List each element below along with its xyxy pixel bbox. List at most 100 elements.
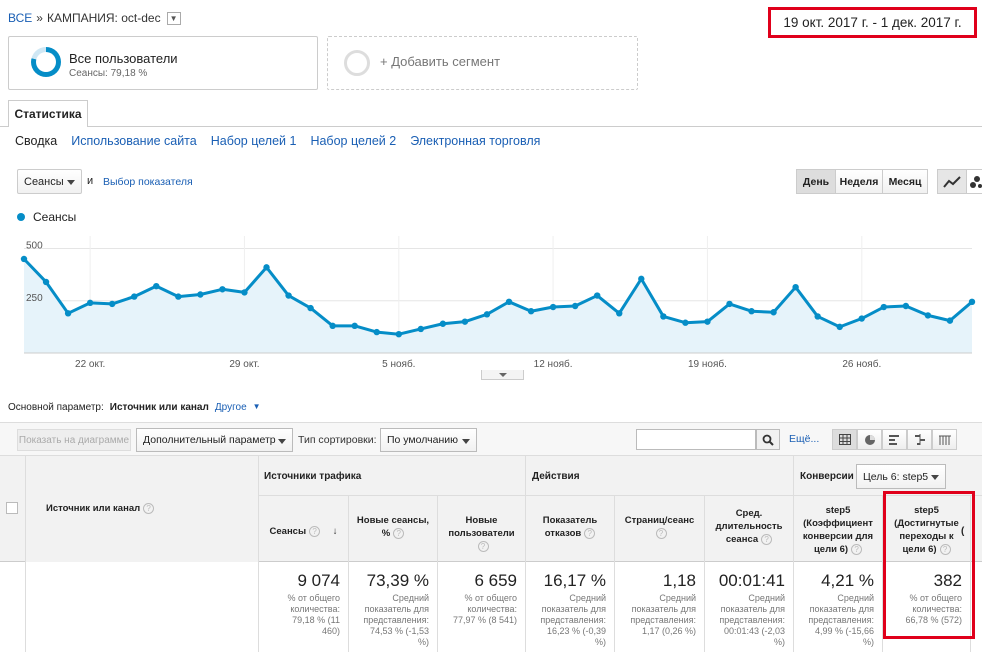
totals-value: 16,17 % (543, 571, 606, 590)
column-header[interactable]: Новые пользователи? (442, 514, 521, 553)
line-chart-icon (943, 175, 961, 188)
totals-subtext: % от общего количества: 77,97 % (8 541) (452, 593, 517, 625)
totals-check-cell (0, 562, 26, 652)
column-header[interactable]: Показатель отказов? (530, 514, 610, 540)
dimension-header[interactable]: Источник или канал? (46, 502, 155, 515)
help-icon[interactable]: ? (393, 527, 405, 539)
subtab-summary[interactable]: Сводка (15, 134, 57, 148)
totals-value: 4,21 % (821, 571, 874, 590)
column-header[interactable]: Сред. длительность сеанса? (709, 507, 789, 546)
help-icon[interactable]: ? (584, 527, 596, 539)
column-header[interactable]: Сеансы? ↓ (263, 525, 344, 538)
help-icon[interactable]: ? (309, 525, 321, 537)
primary-dimension-label: Основной параметр: (8, 402, 104, 413)
legend-dot (17, 213, 25, 221)
date-range-picker[interactable]: 19 окт. 2017 г. - 1 дек. 2017 г. (768, 7, 977, 38)
plot-rows-button[interactable]: Показать на диаграмме (17, 429, 131, 451)
select-all-checkbox[interactable] (6, 502, 18, 514)
chevron-down-icon (67, 180, 75, 185)
help-icon[interactable]: ? (939, 543, 951, 555)
add-segment-button[interactable]: + Добавить сегмент (327, 36, 638, 90)
period-week-button[interactable]: Неделя (835, 169, 883, 194)
data-point (549, 303, 557, 311)
line-chart-button[interactable] (937, 169, 967, 194)
breadcrumb-separator: » (36, 11, 43, 25)
totals-cell: 9 074 % от общего количества: 79,18 % (11… (259, 562, 349, 652)
sort-type-select[interactable]: По умолчанию (380, 428, 477, 452)
table-search-input[interactable] (636, 429, 756, 450)
actions-group-label: Действия (532, 471, 580, 482)
secondary-dimension-select[interactable]: Дополнительный параметр (136, 428, 293, 452)
totals-subtext: Средний показатель для представления: 74… (363, 593, 429, 647)
traffic-group: Источники трафика (259, 456, 526, 496)
chevron-down-icon (498, 372, 507, 377)
x-tick-label: 12 нояб. (534, 358, 573, 370)
help-icon[interactable]: ? (143, 502, 155, 514)
metric-and-label: и (87, 175, 94, 187)
sort-arrow-icon: ↓ (330, 526, 338, 537)
x-tick-label: 29 окт. (229, 359, 259, 370)
view-pivot-button[interactable] (932, 429, 957, 450)
tab-divider (0, 126, 982, 127)
breadcrumb-all-link[interactable]: ВСЕ (8, 11, 32, 25)
segment-subtitle: Сеансы: 79,18 % (69, 68, 148, 79)
data-point (726, 300, 733, 308)
metric-select[interactable]: Сеансы (17, 169, 82, 194)
period-day-button[interactable]: День (796, 169, 836, 194)
view-performance-button[interactable] (882, 429, 907, 450)
secondary-dimension-label: Дополнительный параметр (143, 434, 276, 446)
data-point (197, 291, 204, 298)
data-point (351, 322, 358, 330)
x-tick-label: 22 окт. (75, 359, 105, 370)
chevron-down-icon (931, 475, 939, 480)
data-point (108, 300, 116, 308)
dimension-header-cell: Источник или канал? (26, 456, 259, 562)
data-point (439, 320, 447, 327)
data-point (946, 317, 954, 324)
search-button[interactable] (756, 429, 780, 450)
data-point (858, 315, 865, 322)
view-pie-button[interactable] (857, 429, 882, 450)
help-icon[interactable]: ? (761, 533, 773, 545)
column-header[interactable]: Новые сеансы, %? (353, 514, 433, 540)
totals-subtext: Средний показатель для представления: 1,… (630, 593, 696, 636)
column-header[interactable]: step5 (Коэффициент конверсии для цели 6)… (798, 504, 878, 556)
segment-all-users[interactable]: Все пользователи Сеансы: 79,18 % (8, 36, 318, 90)
help-icon[interactable]: ? (851, 543, 863, 555)
help-icon[interactable]: ? (477, 540, 489, 552)
view-table-button[interactable] (832, 429, 857, 450)
data-point (704, 318, 711, 325)
data-point (417, 325, 425, 333)
data-point (594, 292, 601, 299)
choose-metric-link[interactable]: Выбор показателя (103, 176, 193, 188)
subtab-ecommerce[interactable]: Электронная торговля (410, 134, 540, 148)
motion-chart-button[interactable] (966, 169, 982, 194)
sessions-line-chart: 500 250 22 окт. 29 окт. 5 нояб. 12 нояб. 19 но… (20, 236, 976, 370)
advanced-filter-link[interactable]: Ещё... (789, 433, 819, 445)
column-header[interactable]: Страниц/сеанс? (619, 514, 700, 540)
data-point (219, 286, 226, 293)
subtab-goal-set-2[interactable]: Набор целей 2 (310, 134, 396, 148)
chart-legend: Сеансы (17, 210, 76, 224)
goal-select[interactable]: Цель 6: step5 (856, 464, 946, 489)
help-icon[interactable]: ? (655, 527, 667, 539)
data-point (660, 313, 667, 320)
data-point (86, 299, 94, 307)
segment-ring-icon (31, 47, 61, 77)
x-tick-label: 5 нояб. (382, 358, 415, 370)
campaign-dropdown-icon[interactable]: ▼ (166, 11, 181, 25)
add-segment-ring-icon (344, 50, 370, 76)
totals-dimension-cell (26, 562, 259, 652)
subtab-site-usage[interactable]: Использование сайта (71, 134, 197, 148)
tab-statistics[interactable]: Статистика (8, 100, 88, 127)
primary-dimension-other[interactable]: Другое (215, 402, 247, 413)
totals-row: 9 074 % от общего количества: 79,18 % (11… (0, 562, 982, 652)
view-comparison-button[interactable] (907, 429, 932, 450)
traffic-group-label: Источники трафика (264, 471, 362, 482)
subtab-goal-set-1[interactable]: Набор целей 1 (211, 134, 297, 148)
primary-dimension-value[interactable]: Источник или канал (110, 402, 209, 413)
period-month-button[interactable]: Месяц (882, 169, 928, 194)
data-point (792, 283, 799, 291)
column-header[interactable]: step5 (Достигнутые переходы к цели 6)? (887, 504, 966, 556)
chart-collapse-handle[interactable] (481, 370, 524, 380)
